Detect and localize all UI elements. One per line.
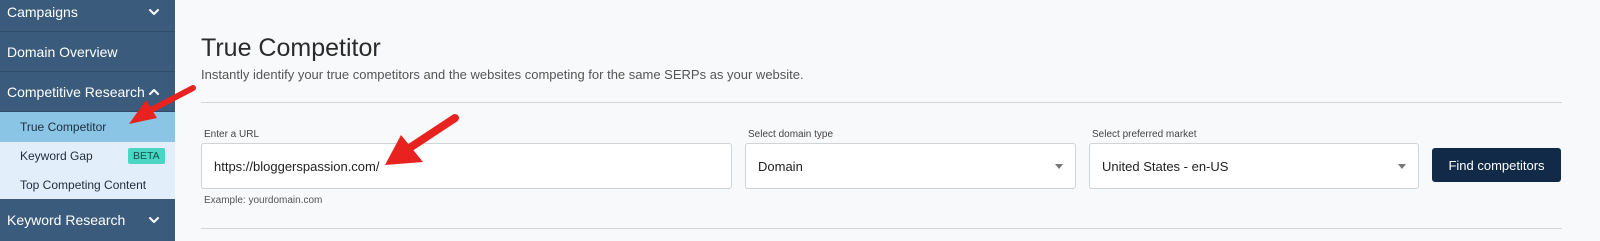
- chevron-down-icon: [149, 8, 159, 15]
- market-value: United States - en-US: [1102, 158, 1229, 174]
- sidebar-item-domain-overview[interactable]: Domain Overview: [0, 32, 175, 72]
- sidebar-item-label: Campaigns: [7, 3, 78, 20]
- caret-down-icon: [1398, 164, 1406, 169]
- url-example-hint: Example: yourdomain.com: [204, 195, 323, 206]
- sidebar-item-label: Domain Overview: [7, 43, 118, 60]
- sidebar-item-competitive-research[interactable]: Competitive Research: [0, 72, 175, 112]
- market-select[interactable]: United States - en-US: [1089, 143, 1419, 189]
- divider: [201, 228, 1562, 229]
- page-subtitle: Instantly identify your true competitors…: [201, 67, 804, 82]
- url-input[interactable]: https://bloggerspassion.com/: [201, 143, 732, 189]
- sidebar: Campaigns Domain Overview Competitive Re…: [0, 0, 175, 241]
- url-field-label: Enter a URL: [204, 129, 260, 140]
- sidebar-item-label: Keyword Research: [7, 212, 126, 228]
- domain-type-select[interactable]: Domain: [745, 143, 1076, 189]
- sidebar-item-label: Keyword Gap: [20, 149, 93, 163]
- sidebar-item-true-competitor[interactable]: True Competitor: [0, 112, 175, 142]
- domain-type-label: Select domain type: [748, 129, 834, 140]
- sidebar-item-keyword-research[interactable]: Keyword Research: [0, 199, 175, 241]
- market-label: Select preferred market: [1092, 129, 1197, 140]
- sidebar-item-top-competing-content[interactable]: Top Competing Content: [0, 170, 175, 199]
- sidebar-item-label: True Competitor: [20, 120, 107, 134]
- sidebar-item-label: Competitive Research: [7, 83, 145, 100]
- divider: [201, 102, 1562, 103]
- find-competitors-button[interactable]: Find competitors: [1432, 148, 1561, 182]
- chevron-up-icon: [149, 88, 159, 95]
- sidebar-item-label: Top Competing Content: [20, 177, 147, 192]
- caret-down-icon: [1055, 164, 1063, 169]
- chevron-down-icon: [149, 217, 159, 223]
- domain-type-value: Domain: [758, 158, 803, 174]
- page-title: True Competitor: [201, 34, 381, 62]
- url-input-value: https://bloggerspassion.com/: [214, 158, 380, 174]
- sidebar-item-keyword-gap[interactable]: Keyword Gap BETA: [0, 142, 175, 170]
- sidebar-item-campaigns[interactable]: Campaigns: [0, 0, 175, 32]
- beta-badge: BETA: [128, 148, 165, 164]
